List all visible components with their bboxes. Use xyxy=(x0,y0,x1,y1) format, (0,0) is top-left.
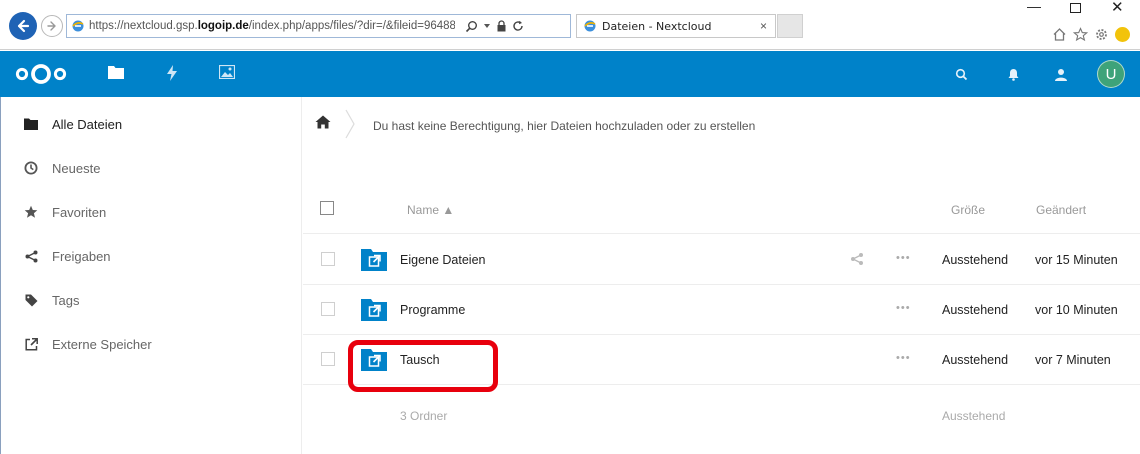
address-bar[interactable]: https://nextcloud.gsp.logoip.de/index.ph… xyxy=(66,14,571,38)
app-content: Du hast keine Berechtigung, hier Dateien… xyxy=(303,97,1140,454)
row-checkbox[interactable] xyxy=(321,252,335,266)
tag-icon xyxy=(24,293,38,307)
file-size: Ausstehend xyxy=(942,303,1009,317)
sidebar-item-label: Freigaben xyxy=(52,248,111,264)
sidebar-item-label: Favoriten xyxy=(52,204,107,220)
browser-toolbar-icons xyxy=(1052,27,1130,42)
activity-app-icon[interactable] xyxy=(166,65,178,81)
contacts-icon xyxy=(1055,68,1067,81)
back-button[interactable] xyxy=(9,12,37,40)
nextcloud-header: U xyxy=(0,51,1140,97)
contacts-button[interactable] xyxy=(1054,51,1068,97)
column-header-name[interactable]: Name ▲ xyxy=(407,203,454,217)
file-modified: vor 7 Minuten xyxy=(1035,353,1111,367)
file-modified: vor 15 Minuten xyxy=(1035,253,1118,267)
browser-tab[interactable]: Dateien - Nextcloud × xyxy=(576,14,776,38)
browser-chrome: https://nextcloud.gsp.logoip.de/index.ph… xyxy=(0,0,1140,50)
notifications-button[interactable] xyxy=(1008,51,1019,97)
breadcrumb: Du hast keine Berechtigung, hier Dateien… xyxy=(303,97,1140,155)
activity-icon xyxy=(167,65,177,81)
column-header-modified[interactable]: Geändert xyxy=(1036,203,1086,217)
share-icon xyxy=(24,249,38,263)
table-row[interactable]: Eigene Dateien ••• Ausstehend vor 15 Min… xyxy=(303,235,1140,285)
ie-tab-icon xyxy=(584,20,596,32)
close-window-icon[interactable]: ✕ xyxy=(1111,0,1124,16)
lock-icon[interactable] xyxy=(496,20,507,32)
favorites-star-icon[interactable] xyxy=(1073,27,1088,42)
clock-icon xyxy=(24,161,38,175)
sidebar-item-label: Tags xyxy=(52,292,80,308)
share-icon[interactable] xyxy=(850,252,864,266)
refresh-icon[interactable] xyxy=(512,20,524,32)
gallery-icon xyxy=(219,65,235,79)
forward-button[interactable] xyxy=(41,15,63,37)
summary-count: 3 Ordner xyxy=(400,409,448,423)
address-tools xyxy=(465,20,524,33)
tab-title: Dateien - Nextcloud xyxy=(602,19,712,33)
file-list-header: Name ▲ Größe Geändert xyxy=(303,184,1140,234)
column-header-size[interactable]: Größe xyxy=(951,203,985,217)
file-size: Ausstehend xyxy=(942,253,1009,267)
magnifier-icon[interactable] xyxy=(465,20,478,33)
search-icon xyxy=(955,68,968,80)
sidebar-item-label: Neueste xyxy=(52,160,101,176)
file-name[interactable]: Eigene Dateien xyxy=(400,253,485,267)
highlight-annotation xyxy=(348,340,498,392)
row-checkbox[interactable] xyxy=(321,302,335,316)
more-actions-icon[interactable]: ••• xyxy=(896,302,911,314)
arrow-right-icon xyxy=(47,21,56,31)
app-navigation: Alle Dateien Neueste Favoriten Freigaben… xyxy=(0,97,302,454)
sidebar-item-recent[interactable]: Neueste xyxy=(1,146,301,190)
files-icon xyxy=(108,66,124,79)
file-name[interactable]: Programme xyxy=(400,303,465,317)
star-icon xyxy=(24,205,38,219)
avatar[interactable]: U xyxy=(1097,60,1125,88)
files-app-icon[interactable] xyxy=(108,65,124,79)
permission-notice: Du hast keine Berechtigung, hier Dateien… xyxy=(373,119,756,133)
notifications-icon xyxy=(1008,68,1019,81)
sidebar-item-external-storage[interactable]: Externe Speicher xyxy=(1,322,301,366)
minimize-icon[interactable]: — xyxy=(1027,0,1041,14)
user-menu[interactable]: U xyxy=(1097,51,1125,97)
shared-folder-icon xyxy=(361,249,387,271)
more-actions-icon[interactable]: ••• xyxy=(896,352,911,364)
home-icon[interactable] xyxy=(315,115,331,129)
gallery-app-icon[interactable] xyxy=(219,65,235,79)
breadcrumb-separator-icon xyxy=(345,109,355,139)
more-actions-icon[interactable]: ••• xyxy=(896,252,911,264)
dropdown-arrow-icon[interactable] xyxy=(483,22,491,30)
row-checkbox[interactable] xyxy=(321,352,335,366)
summary-size: Ausstehend xyxy=(942,409,1006,423)
file-modified: vor 10 Minuten xyxy=(1035,303,1118,317)
file-size: Ausstehend xyxy=(942,353,1009,367)
select-all-checkbox[interactable] xyxy=(320,201,334,215)
search-button[interactable] xyxy=(955,51,968,97)
close-tab-icon[interactable]: × xyxy=(760,19,767,33)
nextcloud-logo-icon[interactable] xyxy=(14,63,68,85)
shared-folder-icon xyxy=(361,299,387,321)
external-link-icon xyxy=(24,337,38,351)
ie-page-icon xyxy=(72,20,84,32)
settings-gear-icon[interactable] xyxy=(1094,27,1109,42)
sidebar-item-label: Alle Dateien xyxy=(52,116,123,132)
url-text: https://nextcloud.gsp.logoip.de/index.ph… xyxy=(89,20,455,32)
feedback-smiley-icon[interactable] xyxy=(1115,27,1130,42)
sidebar-item-label: Externe Speicher xyxy=(52,336,152,352)
sidebar-item-tags[interactable]: Tags xyxy=(1,278,301,322)
file-list-summary: 3 Ordner Ausstehend xyxy=(303,394,1140,438)
folder-icon xyxy=(24,117,38,131)
home-toolbar-icon[interactable] xyxy=(1052,27,1067,42)
sidebar-item-all-files[interactable]: Alle Dateien xyxy=(1,102,301,146)
maximize-icon[interactable] xyxy=(1070,3,1081,13)
new-tab-button[interactable] xyxy=(777,14,803,38)
table-row[interactable]: Programme ••• Ausstehend vor 10 Minuten xyxy=(303,285,1140,335)
sidebar-item-favorites[interactable]: Favoriten xyxy=(1,190,301,234)
sidebar-item-shares[interactable]: Freigaben xyxy=(1,234,301,278)
arrow-left-icon xyxy=(17,19,30,33)
